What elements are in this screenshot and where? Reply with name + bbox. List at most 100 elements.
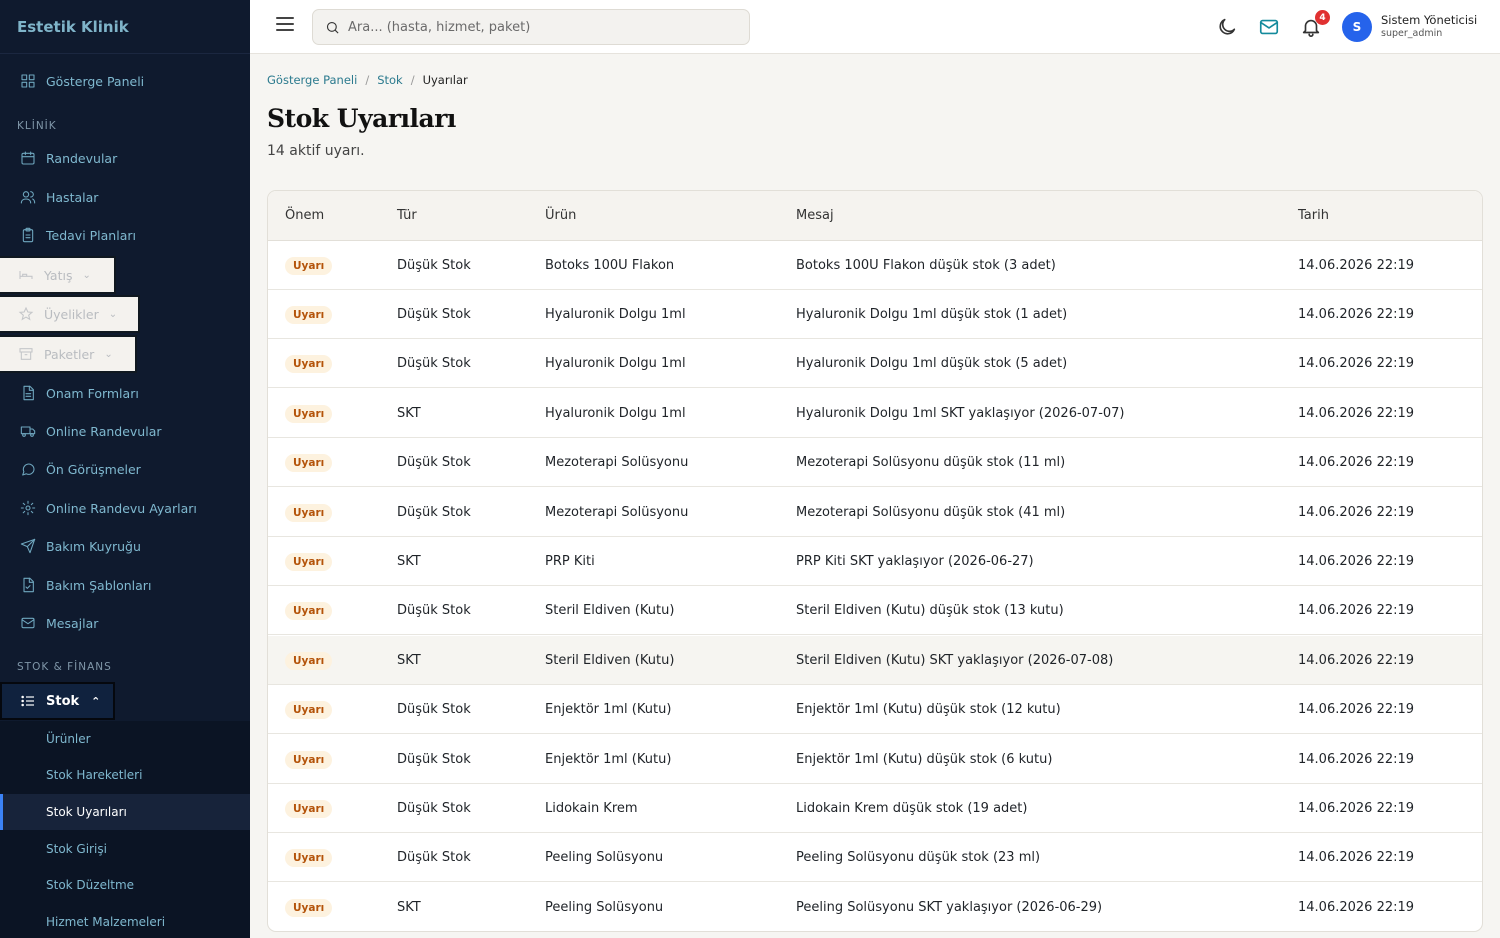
cell-urun: Steril Eldiven (Kutu) [545, 603, 675, 618]
menu-toggle-icon[interactable] [276, 17, 294, 35]
table-row[interactable]: Uyarı SKT Hyaluronik Dolgu 1ml Hyaluronik D… [268, 389, 1482, 438]
severity-badge: Uyarı [285, 701, 333, 719]
cell-tur: Düşük Stok [397, 307, 471, 322]
sidebar-item-bakim-kuyrugu[interactable]: Bakım Kuyruğu [0, 531, 250, 561]
submenu-item-stok-duzeltme[interactable]: Stok Düzeltme [0, 867, 250, 903]
cell-mesaj: Steril Eldiven (Kutu) düşük stok (13 kut… [796, 603, 1064, 618]
mail-icon[interactable] [1258, 16, 1280, 38]
breadcrumb-separator: / [365, 73, 370, 87]
submenu-item-stok-uyarilari[interactable]: Stok Uyarıları [0, 794, 250, 830]
sidebar-item-label: Bakım Kuyruğu [46, 538, 141, 554]
sidebar-item-mesajlar[interactable]: Mesajlar [0, 608, 250, 638]
cell-tarih: 14.06.2026 22:19 [1298, 752, 1415, 767]
breadcrumb-stok[interactable]: Stok [377, 73, 403, 87]
sidebar-item-hastalar[interactable]: Hastalar [0, 182, 250, 212]
sidebar-item-label: Randevular [46, 150, 118, 166]
sidebar-item-label: Onam Formları [46, 385, 139, 401]
cell-tarih: 14.06.2026 22:19 [1298, 702, 1415, 717]
box-icon [19, 348, 33, 360]
breadcrumb-home[interactable]: Gösterge Paneli [267, 73, 357, 87]
sidebar-item-label: Mesajlar [46, 615, 99, 631]
cell-tarih: 14.06.2026 22:19 [1298, 554, 1415, 569]
table-row[interactable]: Uyarı SKT Peeling Solüsyonu Peeling Solüsyo… [268, 883, 1482, 931]
severity-badge: Uyarı [285, 306, 333, 324]
table-row[interactable]: Uyarı Düşük Stok Hyaluronik Dolgu 1ml Hyalu… [268, 290, 1482, 339]
search-icon [326, 21, 339, 34]
cell-tur: Düşük Stok [397, 258, 471, 273]
search-box[interactable] [312, 9, 750, 45]
page-title: Stok Uyarıları [267, 104, 456, 133]
cell-mesaj: Enjektör 1ml (Kutu) düşük stok (6 kutu) [796, 752, 1053, 767]
sidebar-item-tedavi-planlari[interactable]: Tedavi Planları [0, 220, 250, 250]
table-row[interactable]: Uyarı Düşük Stok Mezoterapi Solüsyonu Mezot… [268, 438, 1482, 487]
table-row[interactable]: Uyarı Düşük Stok Steril Eldiven (Kutu) Ster… [268, 586, 1482, 635]
severity-badge: Uyarı [285, 849, 333, 867]
cell-urun: Hyaluronik Dolgu 1ml [545, 406, 686, 421]
chat-bubble-icon [20, 461, 36, 477]
table-row[interactable]: Uyarı SKT PRP Kiti PRP Kiti SKT yaklaşıyor … [268, 537, 1482, 586]
cell-tarih: 14.06.2026 22:19 [1298, 505, 1415, 520]
severity-badge: Uyarı [285, 751, 333, 769]
breadcrumb-current: Uyarılar [422, 73, 468, 87]
submenu-item-stok-hareketleri[interactable]: Stok Hareketleri [0, 757, 250, 793]
sidebar-item-on-gorusmeler[interactable]: Ön Görüşmeler [0, 454, 250, 484]
severity-badge: Uyarı [285, 553, 333, 571]
send-icon [20, 538, 36, 554]
sidebar-item-stok[interactable]: Stok ⌃ [0, 682, 115, 720]
sidebar-item-paketler[interactable]: Paketler ⌄ [0, 335, 137, 373]
sidebar-item-uyelikler[interactable]: Üyelikler ⌄ [0, 295, 140, 333]
cell-mesaj: Botoks 100U Flakon düşük stok (3 adet) [796, 258, 1056, 273]
grid-icon [20, 73, 36, 89]
submenu-item-urunler[interactable]: Ürünler [0, 721, 250, 757]
avatar[interactable]: S [1342, 12, 1372, 42]
submenu-item-stok-girisi[interactable]: Stok Girişi [0, 831, 250, 867]
file-check-icon [20, 577, 36, 593]
cell-tur: Düşük Stok [397, 752, 471, 767]
cell-mesaj: Hyaluronik Dolgu 1ml SKT yaklaşıyor (202… [796, 406, 1125, 421]
sidebar-item-dashboard[interactable]: Gösterge Paneli [0, 66, 250, 96]
cell-mesaj: Peeling Solüsyonu SKT yaklaşıyor (2026-0… [796, 900, 1103, 915]
cell-tarih: 14.06.2026 22:19 [1298, 653, 1415, 668]
table-row[interactable]: Uyarı Düşük Stok Hyaluronik Dolgu 1ml Hyalu… [268, 339, 1482, 388]
search-input[interactable] [348, 19, 728, 35]
cell-urun: Mezoterapi Solüsyonu [545, 505, 689, 520]
dark-mode-toggle-icon[interactable] [1216, 16, 1238, 38]
user-name[interactable]: Sistem Yöneticisi [1381, 13, 1477, 27]
sidebar-item-online-randevu-ayarlari[interactable]: Online Randevu Ayarları [0, 493, 250, 523]
column-header-tur: Tür [397, 208, 417, 223]
table-row[interactable]: Uyarı Düşük Stok Mezoterapi Solüsyonu Mezot… [268, 488, 1482, 537]
table-row[interactable]: Uyarı Düşük Stok Enjektör 1ml (Kutu) Enjekt… [268, 735, 1482, 784]
table-row[interactable]: Uyarı Düşük Stok Lidokain Krem Lidokain Kre… [268, 784, 1482, 833]
sidebar-item-onam-formlari[interactable]: Onam Formları [0, 378, 250, 408]
submenu-item-hizmet-malzemeleri[interactable]: Hizmet Malzemeleri [0, 904, 250, 938]
brand-logo[interactable]: Estetik Klinik [0, 0, 250, 54]
table-row[interactable]: Uyarı Düşük Stok Botoks 100U Flakon Botoks … [268, 241, 1482, 290]
table-row[interactable]: Uyarı Düşük Stok Peeling Solüsyonu Peeling … [268, 833, 1482, 882]
cell-urun: Botoks 100U Flakon [545, 258, 675, 273]
mail-icon [20, 615, 36, 631]
table-row[interactable]: Uyarı Düşük Stok Enjektör 1ml (Kutu) Enjekt… [268, 685, 1482, 734]
sidebar-item-label: Paketler [44, 346, 95, 362]
sidebar: Estetik Klinik Gösterge Paneli KLİNİK Ra… [0, 0, 250, 938]
cell-tarih: 14.06.2026 22:19 [1298, 258, 1415, 273]
sidebar-item-yatis[interactable]: Yatış ⌄ [0, 256, 116, 294]
cell-tarih: 14.06.2026 22:19 [1298, 307, 1415, 322]
sidebar-item-randevular[interactable]: Randevular [0, 143, 250, 173]
chevron-down-icon: ⌄ [104, 348, 113, 360]
severity-badge: Uyarı [285, 454, 333, 472]
severity-badge: Uyarı [285, 355, 333, 373]
clipboard-icon [20, 227, 36, 243]
table-row[interactable]: Uyarı SKT Steril Eldiven (Kutu) Steril Eldi… [268, 636, 1482, 685]
sidebar-item-label: Online Randevular [46, 423, 162, 439]
cell-tarih: 14.06.2026 22:19 [1298, 455, 1415, 470]
cell-tur: Düşük Stok [397, 850, 471, 865]
cell-mesaj: Enjektör 1ml (Kutu) düşük stok (12 kutu) [796, 702, 1061, 717]
sidebar-item-online-randevular[interactable]: Online Randevular [0, 416, 250, 446]
bell-icon[interactable]: 4 [1300, 10, 1330, 38]
list-icon [21, 695, 34, 707]
cell-urun: Peeling Solüsyonu [545, 900, 664, 915]
sidebar-item-label: Online Randevu Ayarları [46, 500, 197, 516]
column-header-onem: Önem [285, 208, 325, 223]
sidebar-item-bakim-sablonlari[interactable]: Bakım Şablonları [0, 570, 250, 600]
cell-tur: Düşük Stok [397, 356, 471, 371]
